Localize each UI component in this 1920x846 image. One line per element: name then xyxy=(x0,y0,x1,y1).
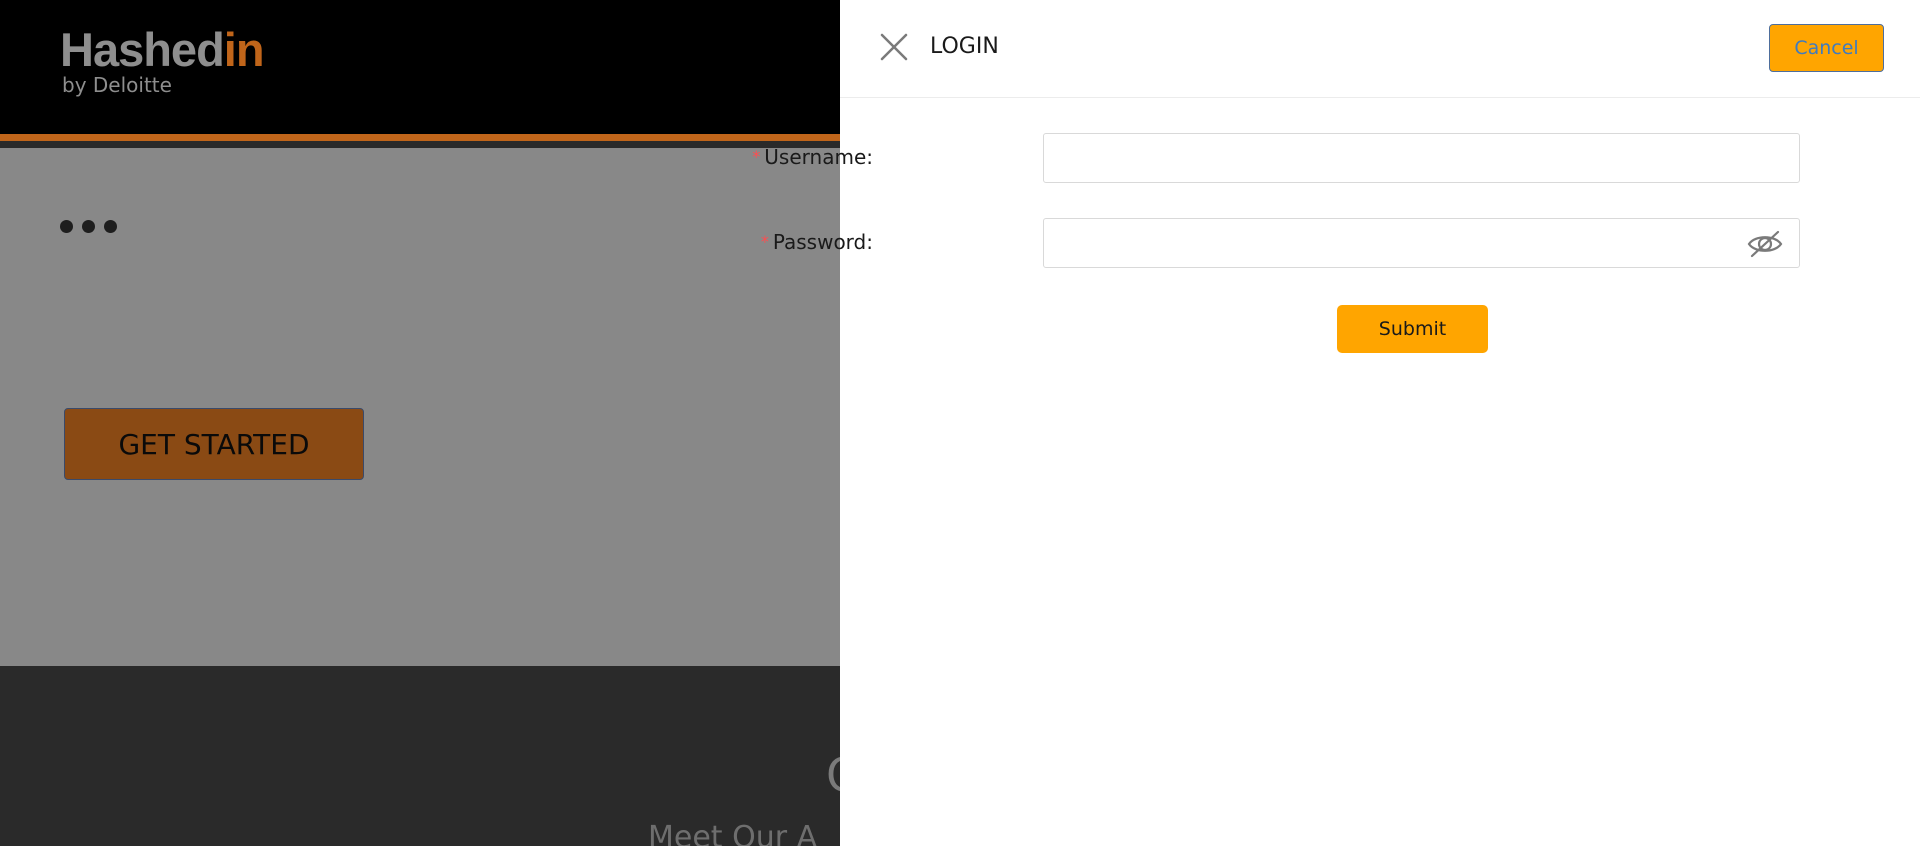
username-label-text: Username xyxy=(764,145,867,169)
username-row: * Username: xyxy=(752,133,1920,183)
username-input[interactable] xyxy=(1043,133,1800,183)
get-started-button[interactable]: GET STARTED xyxy=(64,408,364,480)
footer-subheading: Meet Our A xyxy=(648,820,818,846)
password-label: * Password: xyxy=(673,230,873,254)
cancel-button[interactable]: Cancel xyxy=(1769,24,1884,72)
submit-button[interactable]: Submit xyxy=(1337,305,1488,353)
required-mark: * xyxy=(752,147,761,166)
more-options-icon[interactable] xyxy=(60,220,117,233)
username-label: * Username: xyxy=(673,145,873,169)
drawer-header: LOGIN Cancel xyxy=(840,0,1920,98)
eye-slash-icon[interactable] xyxy=(1745,228,1785,260)
logo-wordmark-prefix: Hashed xyxy=(60,23,225,76)
password-input[interactable] xyxy=(1043,218,1800,268)
password-row: * Password: xyxy=(761,218,1920,268)
label-colon: : xyxy=(866,230,873,254)
dot xyxy=(60,220,73,233)
dot xyxy=(82,220,95,233)
required-mark: * xyxy=(760,232,769,251)
site-logo[interactable]: Hashedin by Deloitte xyxy=(60,23,265,97)
close-icon[interactable] xyxy=(878,31,910,63)
logo-tagline: by Deloitte xyxy=(62,73,172,97)
label-colon: : xyxy=(866,145,873,169)
logo-wordmark: Hashedin xyxy=(60,23,265,76)
password-label-text: Password xyxy=(772,230,867,254)
dot xyxy=(104,220,117,233)
logo-wordmark-accent: in xyxy=(223,23,265,76)
drawer-title: LOGIN xyxy=(930,34,999,59)
login-drawer: LOGIN Cancel * Username: * Password: Submi… xyxy=(752,0,1920,846)
